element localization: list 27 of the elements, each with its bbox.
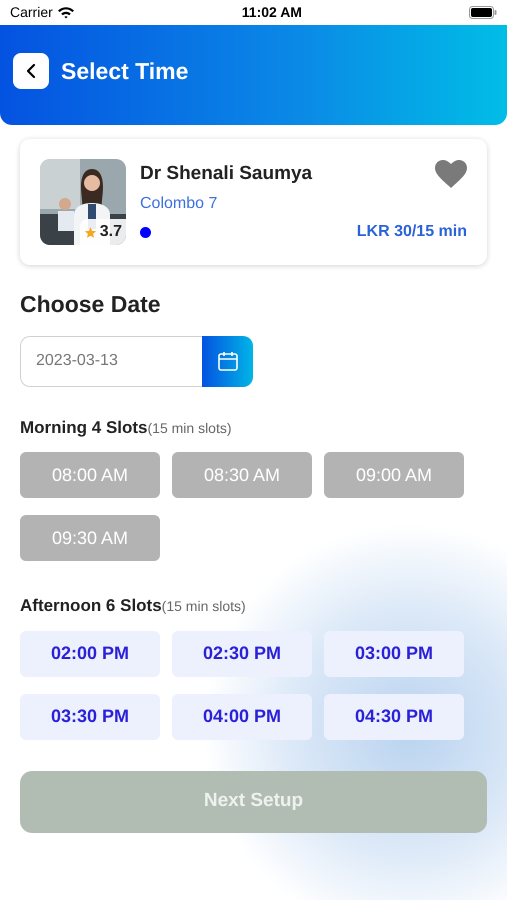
doctor-name: Dr Shenali Saumya — [140, 162, 312, 186]
calendar-button[interactable] — [202, 336, 253, 386]
consultation-fee: LKR 30/15 min — [356, 222, 467, 242]
time-slot-button[interactable]: 03:00 PM — [324, 630, 464, 676]
heart-icon[interactable] — [435, 160, 467, 188]
time-slot-button[interactable]: 02:00 PM — [20, 630, 160, 676]
session-note: (15 min slots) — [148, 418, 232, 438]
carrier-label: Carrier — [10, 3, 53, 22]
time-slot-button[interactable]: 04:00 PM — [172, 694, 312, 740]
session-title: Morning 4 Slots — [20, 416, 148, 439]
star-icon — [84, 226, 97, 238]
page-title: Select Time — [61, 56, 188, 86]
session-note: (15 min slots) — [162, 597, 246, 616]
doctor-location: Colombo 7 — [140, 194, 218, 214]
clock-time: 11:02 AM — [242, 3, 302, 22]
section-heading: Choose Date — [20, 290, 162, 319]
rating-badge: 3.7 — [80, 219, 126, 245]
time-slot-button[interactable]: 04:30 PM — [324, 694, 464, 740]
back-icon — [26, 63, 36, 79]
calendar-icon — [216, 349, 240, 373]
back-button[interactable] — [13, 53, 49, 89]
date-field[interactable]: 2023-03-13 — [20, 336, 202, 386]
time-slot-button[interactable]: 03:30 PM — [20, 694, 160, 740]
wifi-icon — [56, 6, 75, 19]
time-slot-button[interactable]: 02:30 PM — [172, 630, 312, 676]
battery-icon — [469, 6, 497, 19]
session-title: Afternoon 6 Slots — [20, 595, 162, 617]
